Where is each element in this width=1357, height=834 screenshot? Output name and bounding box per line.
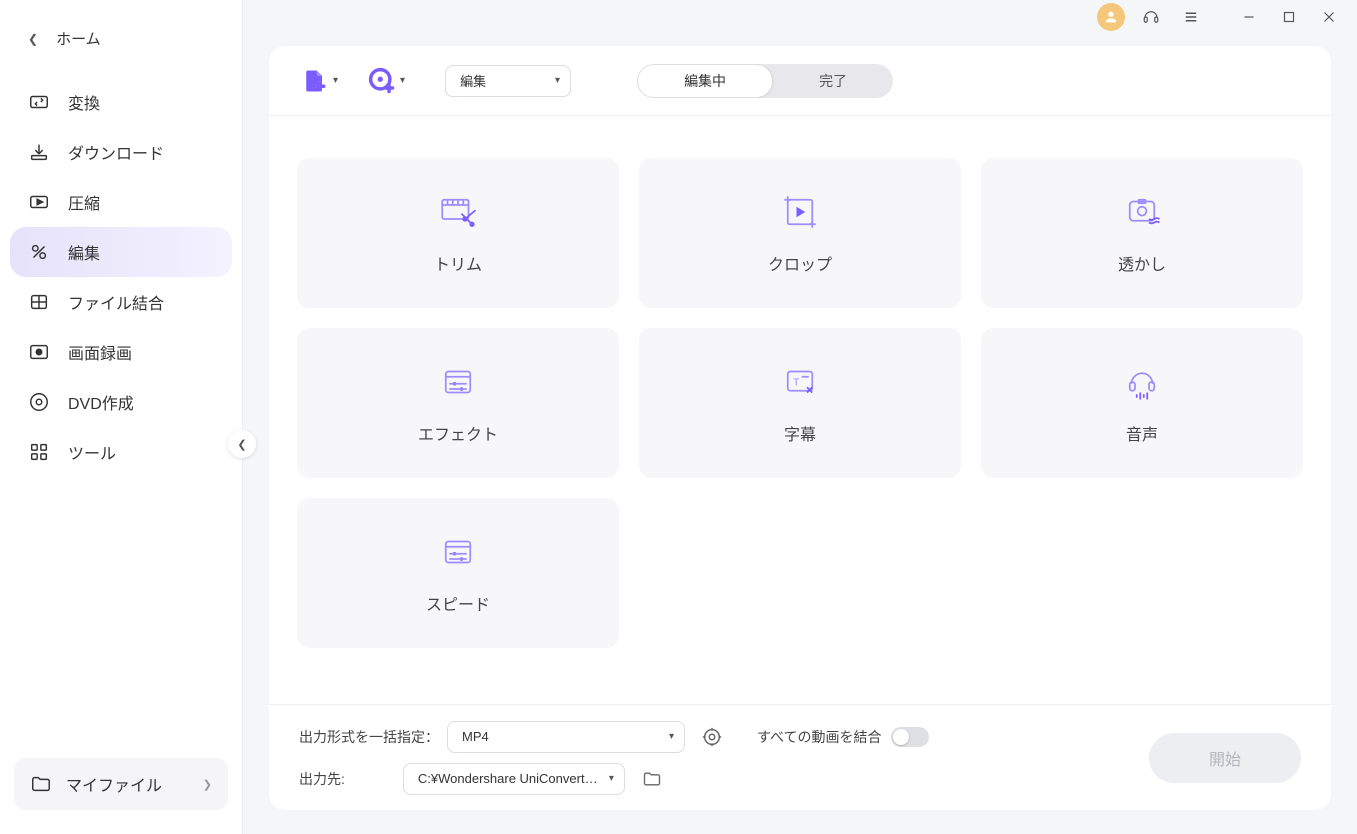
trim-icon [437,191,479,233]
sidebar-item-record[interactable]: 画面録画 [10,327,232,377]
nav-home-label: ホーム [56,28,101,49]
sidebar-item-edit[interactable]: 編集 [10,227,232,277]
chevron-left-icon: ❮ [237,438,246,451]
window-maximize-button[interactable] [1269,3,1309,31]
tools-icon [28,441,50,463]
sidebar-item-convert[interactable]: 変換 [10,77,232,127]
audio-icon [1121,361,1163,403]
chevron-right-icon: ❯ [203,778,212,791]
caret-down-icon: ▾ [400,75,405,86]
tile-speed[interactable]: スピード [297,498,619,648]
sidebar-collapse-button[interactable]: ❮ [228,430,256,458]
merge-label: すべての動画を結合 [757,727,881,747]
tile-label: クロップ [768,251,832,275]
sidebar-item-download[interactable]: ダウンロード [10,127,232,177]
sidebar-item-label: ダウンロード [68,140,164,164]
sidebar-item-merge[interactable]: ファイル結合 [10,277,232,327]
watermark-icon [1121,191,1163,233]
output-path-select[interactable]: C:¥Wondershare UniConverter 1 ▾ [403,763,625,795]
format-settings-button[interactable] [697,722,727,752]
sidebar-item-label: 編集 [68,240,100,264]
output-path-label: 出力先: [299,769,345,789]
subtitle-icon: T [779,361,821,403]
sidebar-item-label: 圧縮 [68,190,100,214]
tile-trim[interactable]: トリム [297,158,619,308]
output-format-value: MP4 [462,729,489,744]
sidebar: ❮ ホーム 変換 ダウンロード 圧縮 編集 ファイル結合 [0,0,243,834]
caret-down-icon: ▾ [555,75,560,86]
editor-panel: ▾ ▾ 編集 ▾ 編集中 [269,46,1331,810]
tile-label: 透かし [1118,251,1166,275]
open-folder-button[interactable] [637,764,667,794]
sidebar-item-label: ツール [68,440,116,464]
main-area: ▾ ▾ 編集 ▾ 編集中 [243,0,1357,834]
start-button-label: 開始 [1209,746,1241,770]
window-minimize-button[interactable] [1229,3,1269,31]
output-format-select[interactable]: MP4 ▾ [447,721,685,753]
tile-label: 音声 [1126,421,1158,445]
dvd-icon [28,391,50,413]
crop-icon [779,191,821,233]
sidebar-item-label: 変換 [68,90,100,114]
nav-home[interactable]: ❮ ホーム [0,10,242,67]
user-avatar[interactable] [1097,3,1125,31]
sidebar-item-compress[interactable]: 圧縮 [10,177,232,227]
editor-tiles-area: トリム クロップ 透かし エフェクト T [269,116,1331,704]
sidebar-item-tools[interactable]: ツール [10,427,232,477]
sidebar-item-label: 画面録画 [68,340,132,364]
sidebar-item-label: ファイル結合 [68,290,164,314]
folder-icon [30,773,52,795]
mode-select-value: 編集 [460,71,486,90]
myfiles-label: マイファイル [66,772,203,796]
menu-button[interactable] [1171,3,1211,31]
tile-subtitle[interactable]: T 字幕 [639,328,961,478]
sidebar-item-myfiles[interactable]: マイファイル ❯ [14,758,228,810]
merge-files-icon [28,291,50,313]
window-close-button[interactable] [1309,3,1349,31]
speed-icon [437,531,479,573]
tab-editing[interactable]: 編集中 [637,64,773,98]
panel-toolbar: ▾ ▾ 編集 ▾ 編集中 [269,46,1331,116]
convert-icon [28,91,50,113]
tile-label: スピード [426,591,490,615]
start-button[interactable]: 開始 [1149,733,1301,783]
tab-label: 編集中 [684,71,726,91]
tile-label: 字幕 [784,421,816,445]
tile-watermark[interactable]: 透かし [981,158,1303,308]
caret-down-icon: ▾ [669,731,674,742]
tile-crop[interactable]: クロップ [639,158,961,308]
sidebar-item-dvd[interactable]: DVD作成 [10,377,232,427]
tab-done[interactable]: 完了 [773,64,893,98]
caret-down-icon: ▾ [609,773,614,784]
add-file-icon [301,67,329,95]
effect-icon [437,361,479,403]
format-label: 出力形式を一括指定： [299,727,439,747]
tile-effect[interactable]: エフェクト [297,328,619,478]
merge-toggle[interactable] [891,727,929,747]
add-disc-button[interactable]: ▾ [368,67,405,95]
tile-label: エフェクト [418,421,498,445]
add-file-button[interactable]: ▾ [301,67,338,95]
status-tabs: 編集中 完了 [637,64,893,98]
tab-label: 完了 [819,71,847,91]
nav-list: 変換 ダウンロード 圧縮 編集 ファイル結合 画面録画 [0,77,242,477]
panel-footer: 出力形式を一括指定： MP4 ▾ すべての動画を結合 [269,704,1331,810]
svg-text:T: T [793,377,800,389]
compress-icon [28,191,50,213]
add-disc-icon [368,67,396,95]
edit-icon [28,241,50,263]
support-button[interactable] [1131,3,1171,31]
mode-select[interactable]: 編集 ▾ [445,65,571,97]
sidebar-item-label: DVD作成 [68,390,134,414]
screen-record-icon [28,341,50,363]
chevron-left-icon: ❮ [28,32,38,46]
titlebar [243,0,1357,34]
download-icon [28,141,50,163]
tile-audio[interactable]: 音声 [981,328,1303,478]
tile-label: トリム [434,251,482,275]
caret-down-icon: ▾ [333,75,338,86]
output-path-value: C:¥Wondershare UniConverter 1 [418,771,598,786]
